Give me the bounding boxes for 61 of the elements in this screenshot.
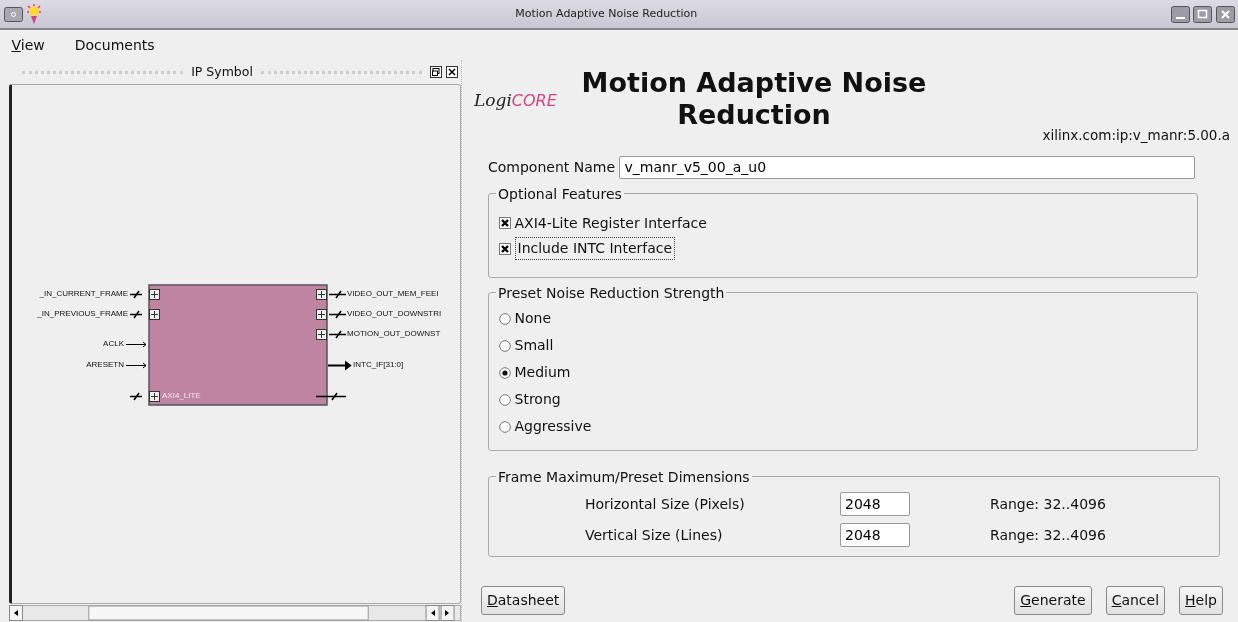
field-label: Horizontal Size (Pixels) [585, 494, 746, 514]
component-name-field[interactable]: v_manr_v5_00_a_u0 [618, 155, 1195, 179]
dialog-button[interactable]: Generate [1014, 585, 1092, 615]
dialog-button[interactable]: Cancel [1105, 585, 1166, 615]
checkbox[interactable] [499, 217, 511, 229]
range-text: Range: 32..4096 [990, 525, 1106, 545]
close-icon[interactable] [1215, 5, 1235, 23]
menu-item[interactable]: View [3, 34, 53, 56]
radio-button[interactable] [499, 393, 511, 406]
option-label: Strong [514, 390, 561, 409]
logicore-logo: LogiCORE [474, 89, 558, 112]
field-label: Component Name [488, 157, 616, 177]
number-field[interactable]: 2048 [840, 523, 910, 547]
bus-port-drawing [130, 309, 160, 320]
ip-identifier: xilinx.com:ip:v_manr:5.00.a [1041, 125, 1230, 145]
block-label: AXI4_LITE [162, 391, 201, 401]
group-title: Frame Maximum/Preset Dimensions [497, 468, 751, 485]
group-title: Optional Features [497, 185, 623, 202]
bus-port-drawing [316, 329, 346, 340]
maximize-icon[interactable] [1193, 5, 1212, 23]
field-label: Vertical Size (Lines) [585, 525, 724, 545]
bus-port-drawing [316, 309, 346, 320]
port-label: VIDEO_OUT_DOWNSTRI [347, 309, 442, 319]
window-menu-icon[interactable] [3, 6, 23, 22]
port-arrow-drawing [328, 360, 352, 371]
option-label: Include INTC Interface [514, 237, 676, 260]
port-label: ARESETN [86, 360, 124, 370]
radio-button[interactable] [499, 312, 511, 325]
port-label: VIDEO_OUT_MEM_FEEI [347, 289, 439, 299]
dialog-button[interactable]: Datasheet [481, 585, 566, 615]
port-label: _IN_PREVIOUS_FRAME [37, 309, 128, 319]
menu-item[interactable]: Documents [66, 34, 163, 56]
radio-button[interactable] [499, 420, 511, 433]
restore-icon[interactable] [430, 66, 442, 78]
horizontal-scrollbar[interactable] [9, 605, 461, 621]
group-title: Preset Noise Reduction Strength [497, 284, 726, 301]
option-label: None [514, 309, 552, 328]
checkbox[interactable] [499, 242, 511, 255]
radio-button[interactable] [499, 366, 511, 379]
minimize-icon[interactable] [1170, 5, 1190, 23]
range-text: Range: 32..4096 [990, 494, 1106, 514]
panel-title: IP Symbol [191, 62, 253, 81]
number-field[interactable]: 2048 [840, 492, 910, 516]
bus-port-drawing [130, 391, 160, 402]
dialog-title: Motion Adaptive Noise Reduction [580, 67, 928, 131]
port-label: INTC_IF[31:0] [353, 360, 404, 370]
window-title: Motion Adaptive Noise Reduction [514, 5, 699, 22]
option-label: Medium [514, 363, 571, 382]
port-label: ACLK [103, 339, 124, 349]
port-label: MOTION_OUT_DOWNST [347, 329, 441, 339]
dialog-button[interactable]: Help [1179, 585, 1223, 615]
close-icon[interactable] [445, 66, 458, 78]
bus-port-drawing [316, 391, 346, 402]
option-label: Aggressive [514, 417, 592, 436]
lightbulb-icon [26, 3, 42, 25]
port-label: _IN_CURRENT_FRAME [39, 289, 128, 299]
option-label: AXI4-Lite Register Interface [514, 213, 707, 233]
radio-button[interactable] [499, 339, 511, 352]
option-label: Small [514, 336, 554, 355]
bus-port-drawing [130, 289, 160, 300]
bus-port-drawing [316, 289, 346, 300]
